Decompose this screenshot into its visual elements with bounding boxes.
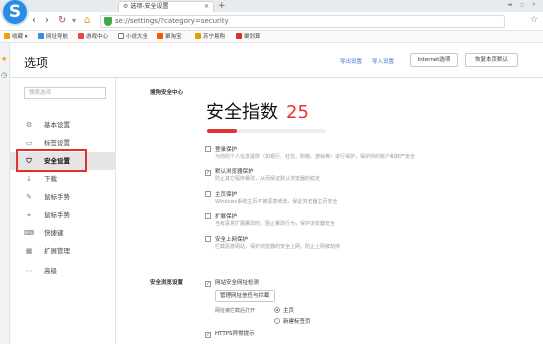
bookmark-juhuasuan[interactable]: 聚划算 [236, 31, 261, 43]
export-settings-link[interactable]: 导出设置 [340, 57, 362, 65]
sidebar-item-4[interactable]: ✎ 鼠标手势 [10, 188, 115, 206]
tab-settings[interactable]: ⚙ 选项-安全设置 ✕ [118, 1, 214, 12]
sidebar-item-label: 标签设置 [44, 139, 70, 147]
security-option-checkbox[interactable] [205, 213, 211, 219]
bookmark-suning[interactable]: 苏宁易购 [195, 31, 225, 43]
history-dropdown-icon[interactable]: ▾ [72, 15, 76, 27]
security-option-desc: 防止其它程序篡改，从而保证默认浏览器的稳定 [215, 176, 321, 182]
suning-icon [195, 33, 201, 39]
download-icon: ↓ [26, 175, 32, 183]
search-input[interactable]: 搜索选项 [24, 87, 106, 99]
https-warning-checkbox[interactable]: ✓ [205, 332, 211, 338]
sidebar-item-7[interactable]: ▦ 扩展管理 [10, 242, 115, 260]
security-option-3[interactable]: 扩展保护 [205, 212, 237, 220]
sidebar-item-label: 鼠标手势 [44, 193, 70, 201]
address-bar[interactable]: se://settings/?category=security [100, 15, 505, 28]
settings-sidebar: 搜索选项 ⚙ 基本设置 ▭ 标签设置 ⛉ 安全设置 ↓ 下载 ✎ 鼠标手势 ⌖ 鼠标手势 ⌨ 快捷键 ▦ 扩展… [10, 78, 116, 344]
security-index-value: 25 [286, 102, 309, 123]
sidebar-item-label: 快捷键 [44, 229, 64, 237]
side-strip: ★ ◷ [0, 43, 10, 344]
juhuasuan-icon [236, 33, 242, 39]
extension-icon: ▦ [25, 247, 33, 255]
security-shield-icon [104, 17, 112, 26]
site-check-option[interactable]: ✓ 网站安全网址检测 [205, 278, 259, 287]
radio-new-tab-dot[interactable] [274, 318, 280, 324]
security-option-checkbox[interactable] [205, 191, 211, 197]
bookmark-star-icon[interactable]: ☆ [530, 15, 538, 25]
page-icon [118, 33, 124, 39]
sidebar-item-3[interactable]: ↓ 下载 [10, 170, 115, 188]
sidebar-item-5[interactable]: ⌖ 鼠标手势 [10, 206, 115, 224]
radio-homepage[interactable]: 主页 [274, 306, 294, 314]
security-option-desc: Windows系统主页不被恶意修改，保证浏览器主页安全 [215, 199, 338, 205]
refresh-icon[interactable]: ↻ [58, 15, 66, 27]
security-index-fill [207, 129, 237, 133]
keyboard-icon: ⌨ [24, 229, 35, 237]
home-icon[interactable]: ⌂ [84, 15, 90, 27]
sidebar-item-6[interactable]: ⌨ 快捷键 [10, 224, 115, 242]
bookmark-novels[interactable]: 小说大全 [118, 31, 148, 43]
highlight-box [16, 149, 87, 172]
restore-defaults-button[interactable]: 恢复本页默认 [465, 53, 518, 67]
security-option-checkbox[interactable]: ✓ [205, 170, 211, 176]
sidebar-item-label: 基本设置 [44, 121, 70, 129]
radio-homepage-dot[interactable] [274, 307, 280, 313]
security-option-checkbox[interactable] [205, 236, 211, 242]
close-tab-icon[interactable]: ✕ [204, 2, 209, 12]
window-controls[interactable]: ▬ ◻ ✕ [508, 0, 539, 10]
gear-icon: ⚙ [25, 121, 33, 129]
tab-title: 选项-安全设置 [130, 3, 169, 10]
sidebar-item-label: 鼠标手势 [44, 211, 70, 219]
gear-icon: ⚙ [123, 3, 129, 10]
history-clock-icon[interactable]: ◷ [1, 71, 7, 79]
new-tab-button[interactable]: + [218, 1, 226, 11]
back-icon[interactable]: ‹ [32, 15, 36, 27]
security-option-4[interactable]: 安全上网保护 [205, 235, 248, 243]
bookmarks-bar: 收藏 ▾ 网址导航 游戏中心 小说大全 聚淘宝 苏宁易购 聚划算 [0, 31, 543, 43]
sidebar-item-8[interactable]: ⋯ 高级 [10, 262, 115, 280]
bookmark-games[interactable]: 游戏中心 [78, 31, 108, 43]
sogou-logo-icon[interactable]: S [3, 0, 27, 24]
safe-browsing-title: 安全浏览设置 [150, 280, 184, 286]
security-option-checkbox[interactable] [205, 146, 211, 152]
security-index-bar [207, 129, 326, 133]
security-index-label: 安全指数 [206, 102, 278, 123]
bookmark-nav[interactable]: 网址导航 [38, 31, 68, 43]
navigation-bar: ‹ › ↻ ▾ ⌂ se://settings/?category=securi… [0, 12, 543, 31]
advanced-icon: ⋯ [25, 267, 33, 275]
sidebar-item-0[interactable]: ⚙ 基本设置 [10, 116, 115, 134]
page-title: 选项 [24, 56, 49, 70]
import-settings-link[interactable]: 导入设置 [372, 57, 394, 65]
security-center-title: 搜狗安全中心 [150, 90, 184, 96]
globe-icon [38, 33, 44, 39]
sidebar-item-label: 下载 [44, 175, 57, 183]
radio-new-tab[interactable]: 新建标签页 [274, 317, 311, 325]
forward-icon[interactable]: › [45, 15, 49, 27]
https-warning-option[interactable]: ✓ HTTPS异常提示 [205, 329, 255, 338]
bookmark-taobao[interactable]: 聚淘宝 [157, 31, 182, 43]
security-option-2[interactable]: 主页保护 [205, 190, 237, 198]
security-option-0[interactable]: 登录保护 [205, 145, 237, 153]
manage-trust-block-button[interactable]: 管理网址信任与拦截 [215, 290, 275, 302]
title-bar: ⚙ 选项-安全设置 ✕ + ▬ ◻ ✕ [0, 0, 543, 12]
page-header: 选项 导出设置 导入设置 Internet选项 恢复本页默认 [10, 43, 543, 78]
cursor-icon: ⌖ [27, 211, 31, 219]
favorites-star-icon[interactable]: ★ [1, 55, 7, 63]
sidebar-item-label: 高级 [44, 267, 57, 275]
security-index: 安全指数 25 [206, 102, 309, 124]
bookmark-favorites[interactable]: 收藏 ▾ [4, 31, 28, 43]
internet-options-button[interactable]: Internet选项 [410, 53, 458, 67]
game-icon [78, 33, 84, 39]
security-option-desc: 拦截恶意网站，保护浏览器的安全上网，防止上网被劫持 [215, 244, 341, 250]
security-option-desc: 为你的个人信息提供（如银行、社交、购物、游戏等）进行保护，保护你的账户和财产安全 [215, 154, 416, 160]
blocked-open-label: 网址被拦截后打开 [215, 308, 256, 314]
site-check-checkbox[interactable]: ✓ [205, 281, 211, 287]
security-option-desc: 当有恶意扩展篡改时，阻止篡改行为，保护浏览器安全 [215, 221, 336, 227]
url-text: se://settings/?category=security [115, 17, 229, 25]
sidebar-item-label: 扩展管理 [44, 247, 70, 255]
star-icon [4, 33, 10, 39]
mouse-gesture-icon: ✎ [26, 193, 32, 201]
taobao-icon [157, 33, 163, 39]
settings-content: 搜狗安全中心 安全指数 25 登录保护 为你的个人信息提供（如银行、社交、购物、游戏… [150, 78, 543, 344]
